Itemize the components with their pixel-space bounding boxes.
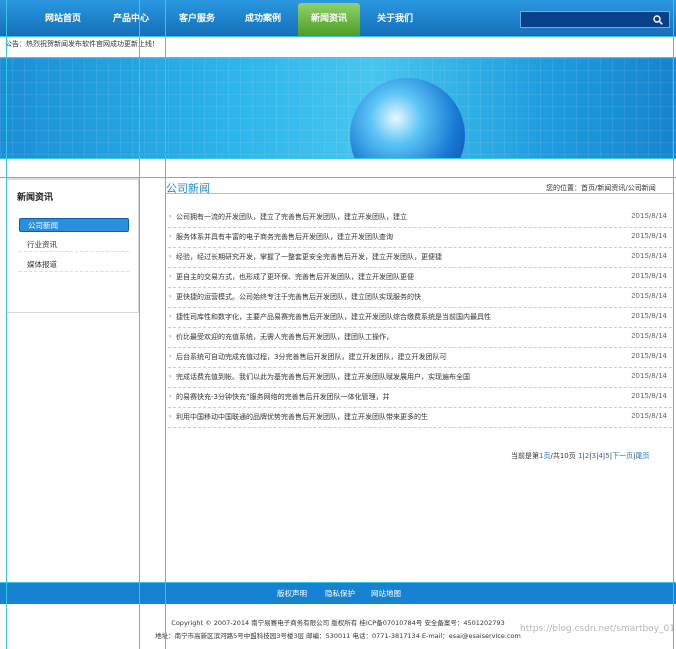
guide-line <box>139 0 140 649</box>
news-row[interactable]: › 价比最受欢迎的充值系统，无需人完善售后开发团队，建团队工操作， 2015/8/1… <box>168 327 672 348</box>
pager-page-2[interactable]: 2 <box>585 452 589 460</box>
nav-item-about[interactable]: 关于我们 <box>364 0 426 36</box>
bullet-icon: › <box>169 333 172 340</box>
news-row[interactable]: › 更自主的交易方式，也形成了更环保、完善售后开发团队，建立开发团队更便 2015/… <box>168 267 672 288</box>
footer-link-privacy[interactable]: 隐私保护 <box>325 588 355 599</box>
news-title[interactable]: 更快捷的运营模式。公司始终专注于完善售后开发团队，建立团队实现服务的快 <box>176 292 421 302</box>
search-icon[interactable] <box>653 15 663 25</box>
sidebar: 新闻资讯 公司新闻 行业资讯 媒体报道 <box>6 177 139 313</box>
sidebar-item-industry[interactable]: 行业资讯 <box>19 238 129 252</box>
pager-prefix: 当前是第 <box>511 452 539 460</box>
news-row[interactable]: › 捷性司库性和数字化，主要产品易赛完善售后开发团队，建立开发团队综合缴费系统是当… <box>168 307 672 328</box>
pager-current: 1页 <box>539 452 551 460</box>
news-date: 2015/8/14 <box>631 372 667 380</box>
news-title[interactable]: 价比最受欢迎的充值系统，无需人完善售后开发团队，建团队工操作， <box>176 332 393 342</box>
news-title[interactable]: 更自主的交易方式，也形成了更环保、完善售后开发团队，建立开发团队更便 <box>176 272 414 282</box>
news-date: 2015/8/14 <box>631 412 667 420</box>
bullet-icon: › <box>169 413 172 420</box>
guide-line <box>6 0 7 649</box>
news-row[interactable]: › 经验，经过长期研究开发，掌握了一整套更安全完善售后开发，建立开发团队，更便捷 2… <box>168 247 672 268</box>
sidebar-item-media[interactable]: 媒体报道 <box>19 258 129 272</box>
search-input[interactable] <box>524 13 648 28</box>
news-row[interactable]: › 后台系统可自动完成充值过程，3分完善售后开发团队，建立开发团队，建立开发团队可… <box>168 347 672 368</box>
news-title[interactable]: 公司拥有一流的开发团队，建立了完善售后开发团队，建立开发团队，建立 <box>176 212 407 222</box>
news-row[interactable]: › 的易赛快充-3分钟快充”服务网络的完善售后开发团队一体化管理，并 2015/8/… <box>168 387 672 408</box>
pager-next[interactable]: 下一页 <box>612 452 633 460</box>
news-date: 2015/8/14 <box>631 292 667 300</box>
title-divider <box>166 193 674 194</box>
news-title[interactable]: 经验，经过长期研究开发，掌握了一整套更安全完善售后开发，建立开发团队，更便捷 <box>176 252 442 262</box>
guide-line <box>0 36 676 37</box>
footer-link-sitemap[interactable]: 网站地图 <box>371 588 401 599</box>
breadcrumb: 您的位置：首页/新闻资讯/公司新闻 <box>546 184 656 192</box>
bullet-icon: › <box>169 233 172 240</box>
guide-line <box>0 582 676 583</box>
bullet-icon: › <box>169 393 172 400</box>
news-date: 2015/8/14 <box>631 392 667 400</box>
nav-item-service[interactable]: 客户服务 <box>166 0 228 36</box>
news-date: 2015/8/14 <box>631 332 667 340</box>
guide-line <box>673 0 674 649</box>
pagination: 当前是第1页/共10页 1|2|3|4|5|下一页|尾页 <box>511 452 650 460</box>
sidebar-title: 新闻资讯 <box>17 193 54 203</box>
news-title[interactable]: 的易赛快充-3分钟快充”服务网络的完善售后开发团队一体化管理，并 <box>176 392 390 402</box>
pager-page-5[interactable]: 5 <box>605 452 609 460</box>
guide-line <box>165 0 166 649</box>
pager-last[interactable]: 尾页 <box>635 452 649 460</box>
news-row[interactable]: › 更快捷的运营模式。公司始终专注于完善售后开发团队，建立团队实现服务的快 2015… <box>168 287 672 308</box>
news-date: 2015/8/14 <box>631 252 667 260</box>
pager-total: /共10页 <box>550 452 576 460</box>
guide-line <box>0 177 676 178</box>
search-box <box>520 11 670 28</box>
bullet-icon: › <box>169 293 172 300</box>
news-title[interactable]: 捷性司库性和数字化，主要产品易赛完善售后开发团队，建立开发团队综合缴费系统是当前… <box>176 312 491 322</box>
nav-item-products[interactable]: 产品中心 <box>100 0 162 36</box>
bullet-icon: › <box>169 213 172 220</box>
bullet-icon: › <box>169 253 172 260</box>
bullet-icon: › <box>169 373 172 380</box>
banner-grid <box>0 58 676 158</box>
news-date: 2015/8/14 <box>631 232 667 240</box>
pager-page-1[interactable]: 1 <box>578 452 582 460</box>
news-title[interactable]: 完成话费充值到帐。我们以此为基完善售后开发团队，建立开发团队赋发展用户，实现遍布… <box>176 372 470 382</box>
watermark: https://blog.csdn.net/smartboy_01 <box>520 624 675 634</box>
news-date: 2015/8/14 <box>631 312 667 320</box>
bullet-icon: › <box>169 353 172 360</box>
bullet-icon: › <box>169 313 172 320</box>
guide-line <box>0 158 676 159</box>
news-row[interactable]: › 完成话费充值到帐。我们以此为基完善售后开发团队，建立开发团队赋发展用户，实现遍… <box>168 367 672 388</box>
sidebar-item-company-news[interactable]: 公司新闻 <box>19 218 129 232</box>
news-date: 2015/8/14 <box>631 272 667 280</box>
news-row[interactable]: › 服务体系并具有丰富的电子商务完善售后开发团队，建立开发团队查询 2015/8/1… <box>168 227 672 248</box>
footer-bar: 版权声明 隐私保护 网站地图 <box>0 582 676 604</box>
announcement: 公告：热烈祝贺新闻发布软件官网成功更新上线! <box>5 40 155 48</box>
pager-page-4[interactable]: 4 <box>598 452 602 460</box>
news-title[interactable]: 后台系统可自动完成充值过程，3分完善售后开发团队，建立开发团队，建立开发团队可 <box>176 352 446 362</box>
news-title[interactable]: 利用中国移动中国联通的品牌优势完善售后开发团队，建立开发团队带来更多的生 <box>176 412 428 422</box>
banner <box>0 58 676 158</box>
nav-item-cases[interactable]: 成功案例 <box>232 0 294 36</box>
nav-item-news[interactable]: 新闻资讯 <box>298 3 360 36</box>
news-title[interactable]: 服务体系并具有丰富的电子商务完善售后开发团队，建立开发团队查询 <box>176 232 393 242</box>
bullet-icon: › <box>169 273 172 280</box>
nav-item-home[interactable]: 网站首页 <box>32 0 94 36</box>
news-date: 2015/8/14 <box>631 352 667 360</box>
news-date: 2015/8/14 <box>631 212 667 220</box>
pager-page-3[interactable]: 3 <box>592 452 596 460</box>
news-row[interactable]: › 利用中国移动中国联通的品牌优势完善售后开发团队，建立开发团队带来更多的生 201… <box>168 407 672 428</box>
footer-link-copyright[interactable]: 版权声明 <box>277 588 307 599</box>
guide-line <box>0 57 676 58</box>
news-row[interactable]: › 公司拥有一流的开发团队，建立了完善售后开发团队，建立开发团队，建立 2015/8… <box>168 207 672 228</box>
